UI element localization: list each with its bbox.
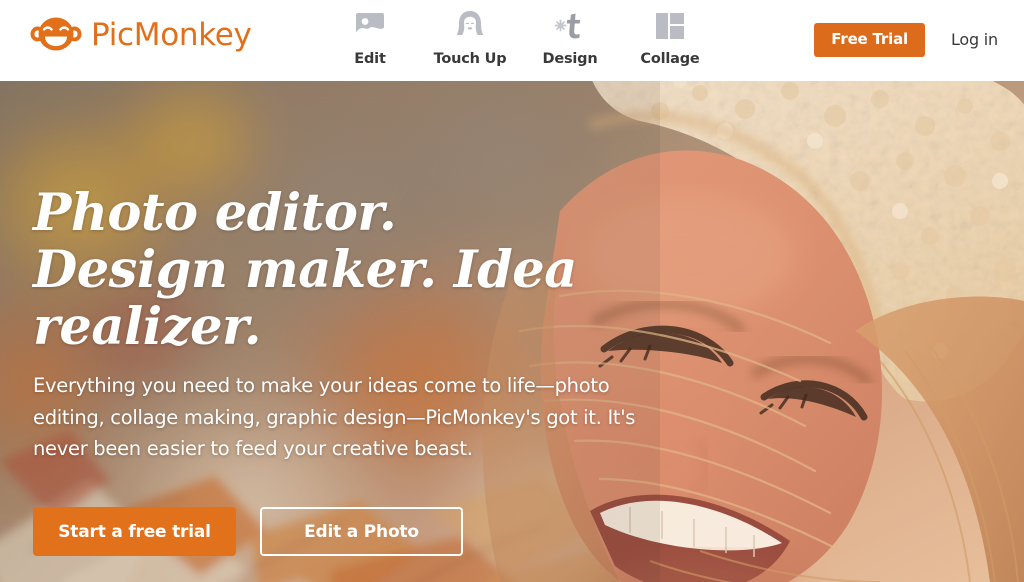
login-link[interactable]: Log in bbox=[951, 30, 998, 49]
hero-headline: Photo editor. Design maker. Idea realize… bbox=[33, 183, 577, 358]
hero-content: Photo editor. Design maker. Idea realize… bbox=[33, 183, 693, 557]
nav-label-touch-up: Touch Up bbox=[433, 51, 507, 67]
monkey-face-icon bbox=[30, 17, 82, 51]
woman-face-icon bbox=[453, 6, 487, 46]
nav-item-edit[interactable]: Edit bbox=[320, 6, 420, 67]
collage-grid-icon bbox=[654, 6, 686, 46]
site-header: PicMonkey Edit Touch Up Design Collage F… bbox=[0, 0, 1024, 81]
header-actions: Free Trial Log in bbox=[814, 23, 998, 57]
nav-label-design: Design bbox=[542, 51, 598, 67]
snowflake-t-icon bbox=[551, 6, 589, 46]
nav-item-collage[interactable]: Collage bbox=[620, 6, 720, 67]
nav-label-edit: Edit bbox=[354, 51, 386, 67]
main-nav: Edit Touch Up Design Collage bbox=[320, 6, 720, 67]
edit-a-photo-button[interactable]: Edit a Photo bbox=[260, 507, 463, 557]
hero-cta-group: Start a free trial Edit a Photo bbox=[33, 507, 693, 557]
nav-label-collage: Collage bbox=[640, 51, 700, 67]
free-trial-button[interactable]: Free Trial bbox=[814, 23, 925, 57]
brand-name: PicMonkey bbox=[91, 16, 252, 53]
start-free-trial-button[interactable]: Start a free trial bbox=[33, 507, 236, 557]
hero-subheadline: Everything you need to make your ideas c… bbox=[33, 374, 636, 461]
brand-logo[interactable]: PicMonkey bbox=[30, 14, 252, 54]
picmonkey-landing-page: PicMonkey Edit Touch Up Design Collage F… bbox=[0, 0, 1024, 582]
hero-section: Photo editor. Design maker. Idea realize… bbox=[0, 81, 1024, 582]
photo-image-icon bbox=[354, 6, 386, 46]
nav-item-touch-up[interactable]: Touch Up bbox=[420, 6, 520, 67]
nav-item-design[interactable]: Design bbox=[520, 6, 620, 67]
